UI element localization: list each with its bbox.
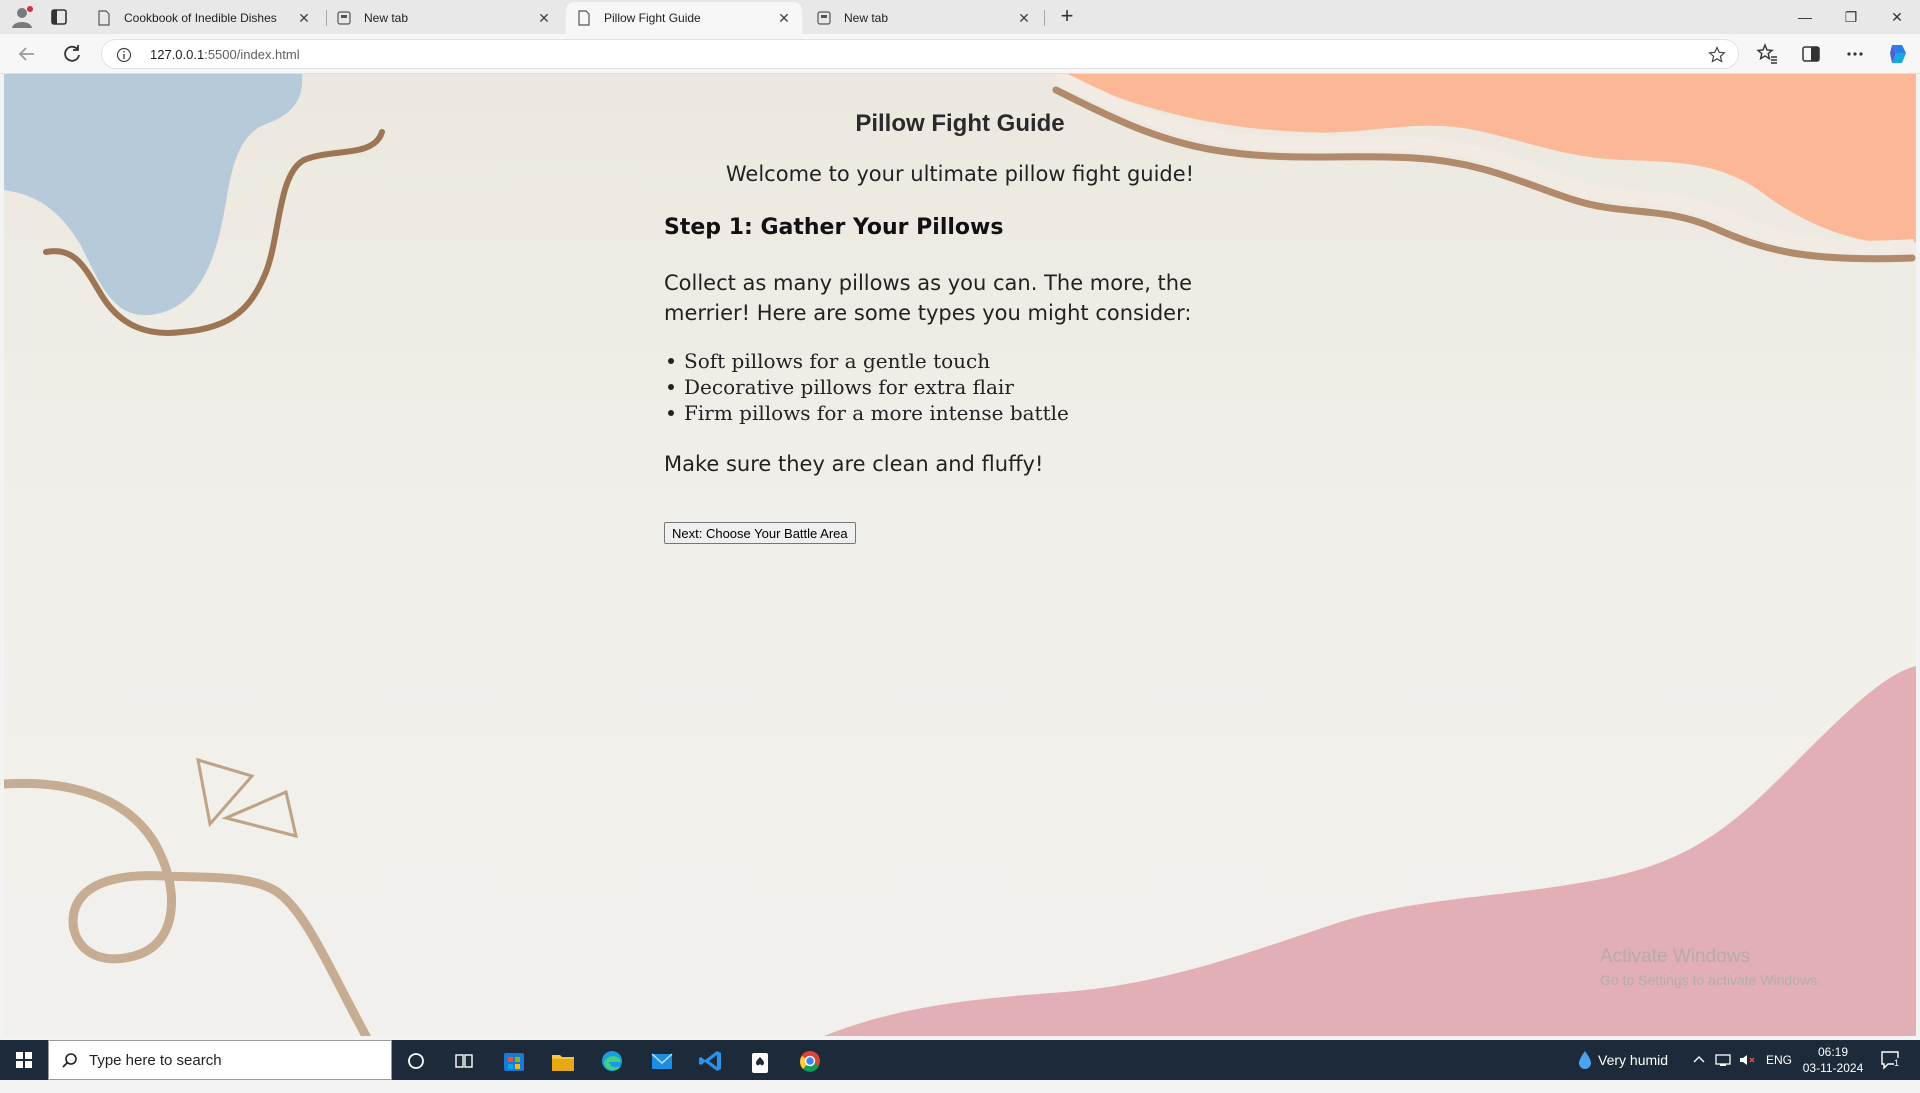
site-info-icon[interactable]	[116, 47, 132, 63]
tab-new-1[interactable]: New tab ✕	[326, 2, 562, 34]
triangle-outline-1	[196, 757, 255, 828]
droplet-icon	[1579, 1051, 1591, 1069]
blue-blob-shape	[4, 74, 303, 316]
weather-widget[interactable]: Very humid	[1572, 1040, 1682, 1080]
windows-start-icon[interactable]	[0, 1040, 48, 1080]
watermark-subtitle: Go to Settings to activate Windows.	[1600, 972, 1821, 988]
page-icon	[98, 10, 110, 26]
minimize-button[interactable]: —	[1782, 0, 1828, 34]
search-placeholder: Type here to search	[89, 1052, 222, 1069]
page-viewport: Pillow Fight Guide Welcome to your ultim…	[4, 74, 1916, 1036]
task-view-icon[interactable]	[444, 1044, 484, 1080]
browser-toolbar: 127.0.0.1:5500/index.html	[0, 34, 1920, 74]
copilot-icon[interactable]	[1886, 41, 1912, 67]
clock[interactable]: 06:19 03-11-2024	[1800, 1044, 1866, 1076]
solitaire-icon[interactable]	[740, 1044, 780, 1080]
profile-icon[interactable]	[10, 5, 34, 29]
notification-center-icon[interactable]: 1	[1880, 1050, 1904, 1070]
tab-pillow-fight-guide[interactable]: Pillow Fight Guide ✕	[566, 2, 802, 34]
favorites-icon[interactable]	[1756, 43, 1778, 65]
notification-count: 1	[1894, 1058, 1900, 1068]
vscode-icon[interactable]	[691, 1044, 731, 1080]
language-indicator[interactable]: ENG	[1766, 1053, 1792, 1093]
taskbar-search-box[interactable]: Type here to search	[48, 1040, 392, 1080]
restore-button[interactable]: ❐	[1828, 0, 1874, 34]
close-tab-icon[interactable]: ✕	[536, 10, 552, 26]
show-hidden-icons-chevron-icon[interactable]	[1692, 1052, 1706, 1068]
weather-text: Very humid	[1598, 1052, 1669, 1068]
close-tab-icon[interactable]: ✕	[776, 10, 792, 26]
chrome-icon[interactable]	[790, 1044, 830, 1080]
address-bar[interactable]: 127.0.0.1:5500/index.html	[101, 39, 1739, 69]
search-icon	[62, 1053, 77, 1068]
tab-actions-icon[interactable]	[48, 6, 70, 28]
tab-label: Cookbook of Inedible Dishes	[124, 11, 277, 25]
mail-icon[interactable]	[642, 1044, 682, 1080]
clock-time: 06:19	[1817, 1045, 1849, 1059]
tab-new-2[interactable]: New tab ✕	[806, 2, 1042, 34]
intro-paragraph: Collect as many pillows as you can. The …	[664, 271, 1193, 325]
page-icon	[578, 10, 590, 26]
cortana-icon[interactable]	[396, 1044, 436, 1080]
close-tab-icon[interactable]: ✕	[296, 10, 312, 26]
activate-windows-watermark: Activate Windows Go to Settings to activ…	[1600, 946, 1821, 988]
new-tab-button[interactable]: +	[1055, 5, 1079, 29]
newtab-page-icon	[337, 11, 351, 25]
close-window-button[interactable]: ✕	[1874, 0, 1920, 34]
clock-date: 03-11-2024	[1802, 1061, 1864, 1075]
list-item: Firm pillows for a more intense battle	[668, 401, 1069, 425]
edge-icon[interactable]	[592, 1044, 632, 1080]
tab-label: New tab	[844, 11, 889, 25]
tab-label: New tab	[364, 11, 409, 25]
tab-label: Pillow Fight Guide	[604, 11, 701, 25]
collections-icon[interactable]	[1800, 43, 1822, 65]
page-title: Pillow Fight Guide	[855, 110, 1065, 137]
refresh-icon[interactable]	[60, 42, 84, 66]
triangle-outline-2	[221, 789, 299, 839]
store-icon[interactable]	[494, 1044, 534, 1080]
more-options-icon[interactable]	[1844, 43, 1866, 65]
tab-separator	[1044, 10, 1045, 26]
file-explorer-icon[interactable]	[543, 1044, 583, 1080]
list-item: Soft pillows for a gentle touch	[668, 348, 1069, 374]
welcome-text: Welcome to your ultimate pillow fight gu…	[725, 162, 1195, 186]
step-heading: Step 1: Gather Your Pillows	[664, 215, 1004, 240]
url-path: :5500/index.html	[204, 47, 300, 62]
tab-cookbook[interactable]: Cookbook of Inedible Dishes ✕	[86, 2, 322, 34]
tan-loop-line	[4, 778, 371, 1036]
pillow-types-list: Soft pillows for a gentle touch Decorati…	[668, 348, 1069, 426]
list-item: Decorative pillows for extra flair	[668, 374, 1069, 400]
url-host: 127.0.0.1	[150, 47, 205, 62]
network-icon[interactable]	[1714, 1052, 1732, 1068]
tab-strip: Cookbook of Inedible Dishes ✕ New tab ✕ …	[0, 0, 1920, 34]
url-text[interactable]: 127.0.0.1:5500/index.html	[150, 47, 300, 62]
favorite-star-icon[interactable]	[1708, 46, 1726, 64]
newtab-page-icon	[817, 11, 831, 25]
watermark-title: Activate Windows	[1600, 946, 1750, 967]
speaker-muted-icon[interactable]	[1738, 1052, 1756, 1068]
close-tab-icon[interactable]: ✕	[1016, 10, 1032, 26]
closing-text: Make sure they are clean and fluffy!	[664, 452, 1044, 476]
back-icon[interactable]	[15, 42, 39, 66]
taskbar: Type here to search Very humid ENG 06:19…	[0, 1040, 1920, 1080]
next-step-button[interactable]: Next: Choose Your Battle Area	[664, 522, 856, 544]
